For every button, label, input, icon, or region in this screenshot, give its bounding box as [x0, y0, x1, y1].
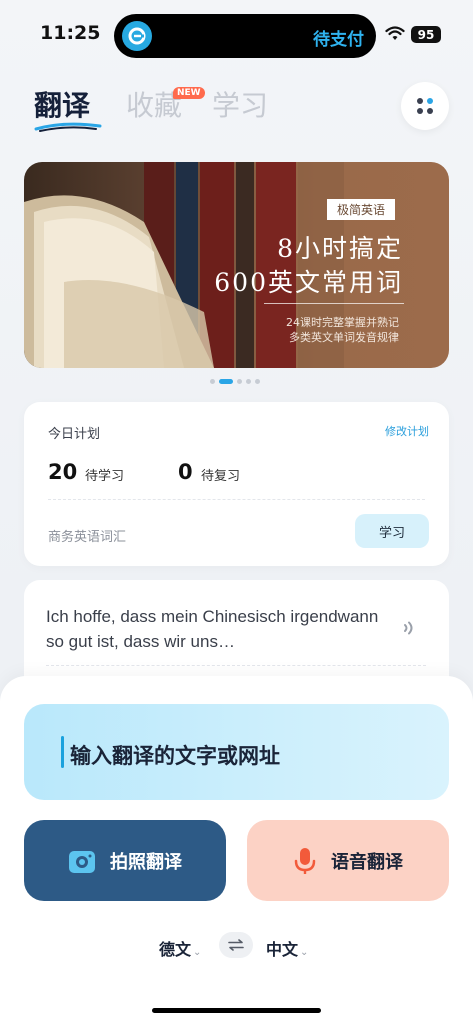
- banner-title-line1: 8小时搞定: [277, 234, 403, 263]
- to-review-count: 0: [178, 460, 193, 484]
- tab-underline-icon: [34, 122, 102, 132]
- open-book-image: [24, 195, 214, 368]
- pending-payment-label: 待支付: [313, 30, 364, 50]
- dots-menu-icon: [417, 98, 433, 114]
- battery-indicator: 95: [411, 26, 441, 43]
- plan-title: 今日计划: [48, 427, 101, 442]
- today-plan-card: 今日计划 修改计划 20 待学习 0 待复习 商务英语词汇 学习: [24, 402, 449, 566]
- status-bar: 11:25 待支付 95: [0, 0, 473, 70]
- home-indicator[interactable]: [152, 1008, 321, 1013]
- page-dot[interactable]: [210, 379, 215, 384]
- voice-translate-label: 语音翻译: [331, 851, 403, 873]
- microphone-icon: [294, 847, 316, 874]
- page-dot[interactable]: [237, 379, 242, 384]
- edit-plan-link[interactable]: 修改计划: [385, 423, 429, 439]
- chevron-down-icon: ⌄: [193, 947, 202, 958]
- chevron-down-icon: ⌄: [300, 947, 309, 958]
- banner-tag: 极简英语: [326, 199, 395, 220]
- to-review-label: 待复习: [201, 469, 241, 484]
- new-badge: NEW: [173, 87, 205, 99]
- translate-sheet: 输入翻译的文字或网址 拍照翻译 语音翻译 德文 ⌄ 中文 ⌄: [0, 676, 473, 1024]
- source-language-label: 德文: [159, 940, 192, 959]
- wordbook-name[interactable]: 商务英语词汇: [48, 526, 126, 545]
- banner-sub-line1: 24课时完整掌握并熟记: [286, 316, 399, 329]
- tab-translate[interactable]: 翻译: [34, 84, 90, 124]
- target-language[interactable]: 中文 ⌄: [266, 936, 308, 960]
- study-button[interactable]: 学习: [355, 514, 429, 548]
- banner-subtitle: 24课时完整掌握并熟记 多类英文单词发音规律: [286, 315, 399, 345]
- voice-translate-button[interactable]: 语音翻译: [247, 820, 449, 901]
- translate-input[interactable]: 输入翻译的文字或网址: [24, 704, 449, 800]
- daily-sentence-text: Ich hoffe, dass mein Chinesisch irgendwa…: [46, 607, 379, 651]
- page-dot[interactable]: [255, 379, 260, 384]
- divider: [46, 665, 426, 666]
- translate-input-placeholder: 输入翻译的文字或网址: [70, 744, 280, 768]
- dynamic-island[interactable]: 待支付: [114, 14, 376, 58]
- app-logo-icon: [122, 21, 152, 51]
- divider: [48, 499, 425, 500]
- speaker-icon[interactable]: [402, 620, 416, 640]
- source-language[interactable]: 德文 ⌄: [159, 936, 201, 960]
- banner-title: 8小时搞定 600英文常用词: [214, 232, 403, 300]
- tab-learn[interactable]: 学习: [212, 84, 268, 124]
- swap-icon: [228, 939, 244, 951]
- to-study-count: 20: [48, 460, 78, 484]
- more-menu-button[interactable]: [401, 82, 449, 130]
- photo-translate-label: 拍照翻译: [110, 851, 182, 873]
- banner-title-line2: 600英文常用词: [214, 268, 403, 297]
- promo-banner[interactable]: 极简英语 8小时搞定 600英文常用词 24课时完整掌握并熟记 多类英文单词发音…: [24, 162, 449, 368]
- target-language-label: 中文: [266, 940, 299, 959]
- text-caret: [61, 736, 64, 768]
- swap-language-button[interactable]: [219, 932, 253, 958]
- to-study-label: 待学习: [85, 469, 125, 484]
- banner-sub-line2: 多类英文单词发音规律: [289, 331, 399, 344]
- photo-translate-button[interactable]: 拍照翻译: [24, 820, 226, 901]
- page-dot[interactable]: [246, 379, 251, 384]
- page-dot-active[interactable]: [219, 379, 233, 384]
- camera-icon: [69, 850, 95, 873]
- language-selector: 德文 ⌄ 中文 ⌄: [0, 932, 473, 962]
- status-time: 11:25: [40, 22, 101, 44]
- banner-divider: [264, 303, 404, 304]
- banner-page-indicator: [210, 379, 260, 384]
- wifi-icon: [385, 26, 405, 46]
